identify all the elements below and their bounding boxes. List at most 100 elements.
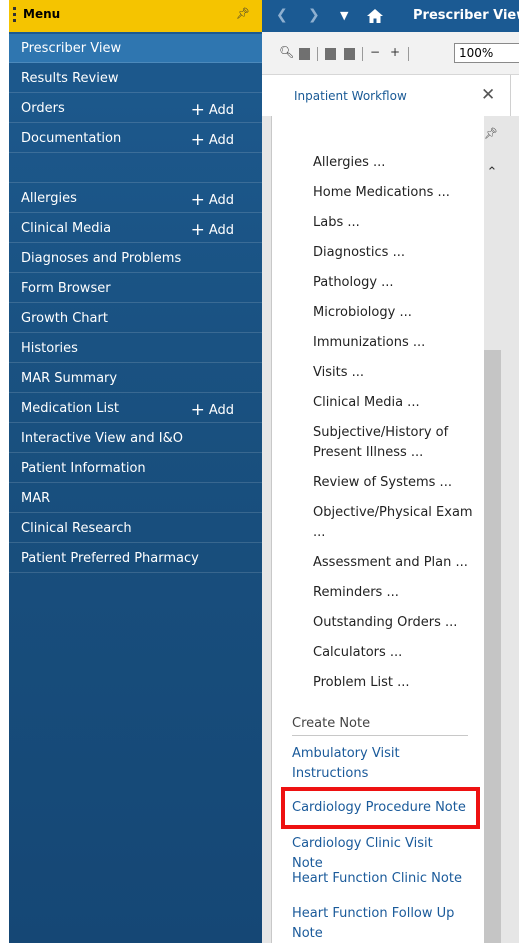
add-label: Add: [208, 403, 234, 418]
scrollbar-thumb[interactable]: [484, 350, 501, 943]
toolbar-divider: [408, 47, 409, 61]
sidebar-item-prescriber-view[interactable]: Prescriber View: [9, 34, 262, 63]
next-page-icon[interactable]: [344, 48, 355, 60]
zoom-field[interactable]: 100%: [454, 43, 519, 63]
menu-header: Menu 📌︎: [9, 0, 262, 32]
sidebar-item-label: Diagnoses and Problems: [21, 251, 182, 266]
plus-icon: +: [190, 400, 205, 420]
note-link[interactable]: Ambulatory Visit Instructions: [292, 744, 467, 784]
sidebar-item-form-browser[interactable]: Form Browser: [9, 274, 262, 303]
workflow-link[interactable]: Objective/Physical Exam ...: [313, 503, 473, 543]
home-icon[interactable]: [367, 9, 383, 23]
grip-icon[interactable]: [13, 7, 16, 25]
sidebar-item-label: Form Browser: [21, 281, 111, 296]
plus-icon: +: [190, 190, 205, 210]
highlight-box: [281, 787, 480, 829]
workflow-link[interactable]: Assessment and Plan ...: [313, 553, 473, 573]
sidebar-item-label: Orders: [21, 101, 65, 116]
workflow-link[interactable]: Home Medications ...: [313, 183, 473, 203]
note-link[interactable]: Heart Function Follow Up Note: [292, 904, 467, 944]
view-title-bar: ❮ ❯ ▼ Prescriber View: [262, 0, 519, 32]
forward-arrow-icon[interactable]: ❯: [308, 7, 320, 23]
add-label: Add: [208, 223, 234, 238]
divider: [292, 735, 468, 736]
add-button[interactable]: + Add: [190, 129, 234, 150]
sidebar-item-label: Documentation: [21, 131, 122, 146]
add-label: Add: [208, 133, 234, 148]
sidebar-item-documentation[interactable]: Documentation + Add: [9, 124, 262, 153]
zoom-out-icon[interactable]: −: [370, 45, 384, 59]
left-menu: Menu 📌︎ Prescriber View Results Review Ord…: [9, 0, 262, 943]
workflow-link[interactable]: Problem List ...: [313, 673, 473, 693]
workflow-link[interactable]: Reminders ...: [313, 583, 473, 603]
add-button[interactable]: + Add: [190, 99, 234, 120]
tab-inpatient-workflow[interactable]: Inpatient Workflow: [294, 89, 407, 103]
sidebar-item-label: MAR Summary: [21, 371, 118, 386]
sidebar-item-allergies[interactable]: Allergies + Add: [9, 184, 262, 213]
add-button[interactable]: + Add: [190, 189, 234, 210]
close-icon[interactable]: ✕: [481, 85, 495, 105]
tab-bar: Inpatient Workflow ✕: [262, 75, 519, 117]
history-dropdown-icon[interactable]: ▼: [340, 9, 348, 22]
workflow-link[interactable]: Diagnostics ...: [313, 243, 473, 263]
workflow-link[interactable]: Review of Systems ...: [313, 473, 473, 493]
sidebar-item-label: Clinical Media: [21, 221, 112, 236]
scroll-up-icon[interactable]: ⌃: [483, 165, 501, 183]
sidebar-item-label: Interactive View and I&O: [21, 431, 183, 446]
sidebar-item-label: Medication List: [21, 401, 119, 416]
sidebar-item-clinical-media[interactable]: Clinical Media + Add: [9, 214, 262, 243]
sidebar-item-orders[interactable]: Orders + Add: [9, 94, 262, 123]
workflow-link[interactable]: Pathology ...: [313, 273, 473, 293]
workflow-link[interactable]: Visits ...: [313, 363, 473, 383]
sidebar-item-patient-information[interactable]: Patient Information: [9, 454, 262, 483]
toolbar-divider: [317, 47, 318, 61]
tab-divider: [510, 75, 511, 116]
menu-title: Menu: [23, 7, 61, 21]
workflow-link[interactable]: Labs ...: [313, 213, 473, 233]
add-button[interactable]: + Add: [190, 219, 234, 240]
plus-icon: +: [190, 100, 205, 120]
sidebar-item-label: Growth Chart: [21, 311, 108, 326]
workflow-link[interactable]: Calculators ...: [313, 643, 473, 663]
workflow-link[interactable]: Outstanding Orders ...: [313, 613, 473, 633]
back-arrow-icon[interactable]: ❮: [276, 7, 288, 23]
zoom-in-icon[interactable]: +: [390, 45, 404, 59]
create-note-heading: Create Note: [292, 716, 371, 731]
pin-icon[interactable]: 📌︎: [484, 127, 498, 140]
sidebar-item-label: Histories: [21, 341, 78, 356]
sidebar-item-label: Allergies: [21, 191, 77, 206]
note-link[interactable]: Heart Function Clinic Note: [292, 869, 467, 889]
toolbar-divider: [362, 47, 363, 61]
sidebar-item-clinical-research[interactable]: Clinical Research: [9, 514, 262, 543]
sidebar-item-growth-chart[interactable]: Growth Chart: [9, 304, 262, 333]
view-title: Prescriber View: [413, 8, 519, 23]
sidebar-item-mar-summary[interactable]: MAR Summary: [9, 364, 262, 393]
sidebar-item-label: Results Review: [21, 71, 119, 86]
sidebar-item-label: MAR: [21, 491, 51, 506]
sidebar-item-label: Clinical Research: [21, 521, 132, 536]
sidebar-item-spacer: [9, 154, 262, 183]
workflow-link[interactable]: Microbiology ...: [313, 303, 473, 323]
add-button[interactable]: + Add: [190, 399, 234, 420]
plus-icon: +: [190, 220, 205, 240]
sidebar-item-label: Patient Preferred Pharmacy: [21, 551, 199, 566]
sidebar-item-results-review[interactable]: Results Review: [9, 64, 262, 93]
sidebar-item-patient-preferred-pharmacy[interactable]: Patient Preferred Pharmacy: [9, 544, 262, 573]
previous-page-icon[interactable]: [325, 48, 336, 60]
page-icon[interactable]: [299, 48, 310, 60]
sidebar-item-medication-list[interactable]: Medication List + Add: [9, 394, 262, 423]
workflow-link[interactable]: Clinical Media ...: [313, 393, 473, 413]
plus-icon: +: [190, 130, 205, 150]
workflow-link[interactable]: Allergies ...: [313, 153, 473, 173]
note-link[interactable]: Cardiology Clinic Visit Note: [292, 834, 467, 874]
find-icon[interactable]: 🔍︎: [279, 45, 294, 59]
sidebar-item-mar[interactable]: MAR: [9, 484, 262, 513]
sidebar-item-label: Prescriber View: [21, 41, 122, 56]
workflow-link[interactable]: Immunizations ...: [313, 333, 473, 353]
add-label: Add: [208, 103, 234, 118]
sidebar-item-interactive-view-and-i-o[interactable]: Interactive View and I&O: [9, 424, 262, 453]
sidebar-item-histories[interactable]: Histories: [9, 334, 262, 363]
pin-icon[interactable]: 📌︎: [236, 7, 250, 20]
workflow-link[interactable]: Subjective/History of Present Illness ..…: [313, 423, 473, 463]
sidebar-item-diagnoses-and-problems[interactable]: Diagnoses and Problems: [9, 244, 262, 273]
